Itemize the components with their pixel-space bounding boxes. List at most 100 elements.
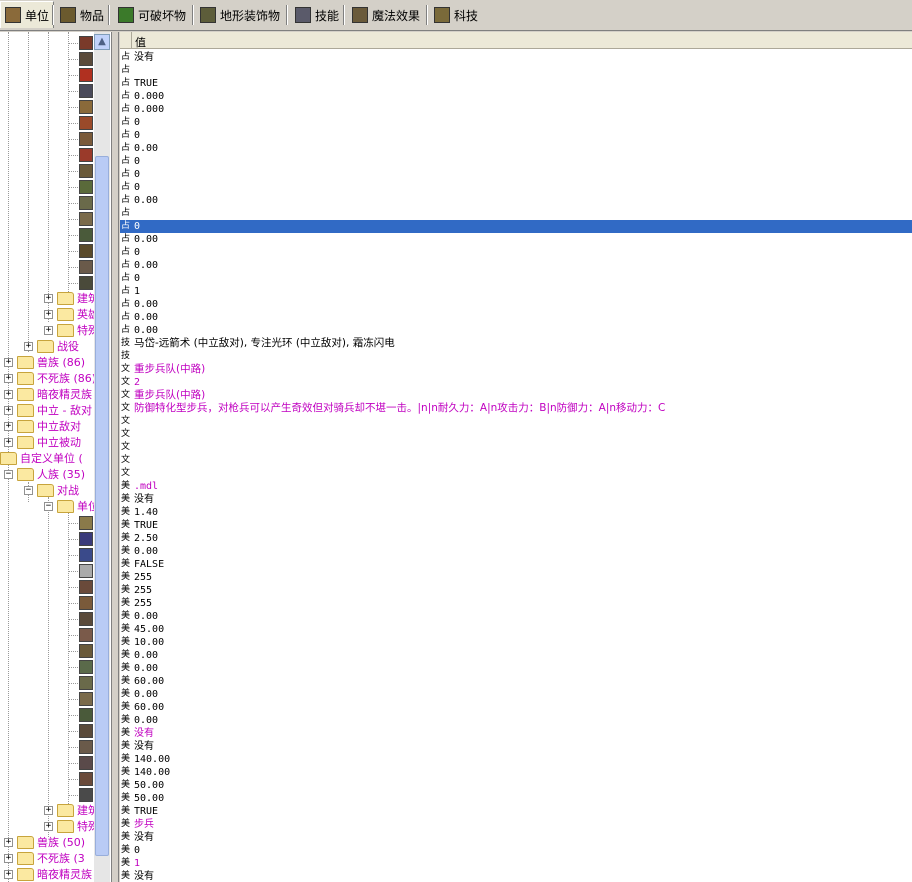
property-row[interactable]: 占 0.000 (120, 90, 912, 103)
property-value[interactable]: 0.000 (134, 90, 164, 103)
property-name[interactable]: 美 (121, 610, 131, 623)
property-row[interactable]: 占0 (120, 155, 912, 168)
property-row[interactable]: 美 10.00 (120, 636, 912, 649)
property-row[interactable]: 占 0.00 (120, 142, 912, 155)
property-name[interactable]: 美 (121, 779, 131, 792)
expand-plus-icon[interactable]: + (4, 437, 13, 447)
property-value[interactable]: 没有 (134, 831, 154, 844)
property-name[interactable]: 美 (121, 701, 131, 714)
property-row[interactable]: 占 0.00 (120, 311, 912, 324)
property-value[interactable]: 255 (134, 584, 152, 597)
tree-scrollbar-thumb[interactable] (95, 156, 109, 856)
property-row[interactable]: 文 (120, 467, 912, 480)
property-name[interactable]: 占 (121, 311, 131, 324)
tab-ability-gear[interactable]: 技能 (291, 4, 343, 26)
property-row[interactable]: 文 (120, 415, 912, 428)
property-name[interactable]: 美 (121, 480, 131, 493)
tab-doodad-pillar[interactable]: 地形装饰物 (196, 4, 284, 26)
tab-destructible-tree[interactable]: 可破坏物 (114, 4, 190, 26)
tree-node[interactable]: + 中立敌对 (4, 418, 81, 434)
unit-portrait-icon[interactable] (79, 788, 93, 802)
property-name[interactable]: 美 (121, 493, 131, 506)
unit-portrait-icon[interactable] (79, 692, 93, 706)
property-value[interactable]: 没有 (134, 493, 154, 506)
scroll-up-arrow-icon[interactable]: ▲ (94, 34, 110, 50)
property-value[interactable]: 1 (134, 857, 140, 870)
tree-node[interactable]: + 建筑 (44, 802, 99, 818)
property-name[interactable]: 占 (121, 207, 131, 220)
property-row[interactable]: 文重步兵队(中路) (120, 389, 912, 402)
property-name[interactable]: 占 (121, 116, 131, 129)
property-value[interactable]: 140.00 (134, 753, 170, 766)
unit-portrait-icon[interactable] (79, 596, 93, 610)
property-row[interactable]: 美 0.00 (120, 714, 912, 727)
unit-portrait-icon[interactable] (79, 708, 93, 722)
property-value[interactable]: 0.00 (134, 233, 158, 246)
property-row[interactable]: 文 (120, 428, 912, 441)
unit-portrait-icon[interactable] (79, 756, 93, 770)
property-row[interactable]: 文重步兵队(中路) (120, 363, 912, 376)
property-row[interactable]: 文 (120, 454, 912, 467)
property-name[interactable]: 占 (121, 142, 131, 155)
property-name[interactable]: 美 (121, 506, 131, 519)
unit-portrait-icon[interactable] (79, 612, 93, 626)
property-row[interactable]: 技马岱-远箭术 (中立敌对), 专注光环 (中立敌对), 霜冻闪电 (120, 337, 912, 350)
property-value[interactable]: 50.00 (134, 792, 164, 805)
property-value[interactable]: 没有 (134, 51, 154, 64)
unit-portrait-icon[interactable] (79, 548, 93, 562)
property-name[interactable]: 占 (121, 220, 131, 233)
tab-buff-effect[interactable]: 魔法效果 (348, 4, 424, 26)
tree-node[interactable]: − 单位 (44, 498, 99, 514)
expand-plus-icon[interactable]: + (44, 821, 53, 831)
property-name[interactable]: 占 (121, 51, 131, 64)
unit-portrait-icon[interactable] (79, 644, 93, 658)
property-value[interactable]: 2.50 (134, 532, 158, 545)
unit-portrait-icon[interactable] (79, 724, 93, 738)
property-row[interactable]: 美 0.00 (120, 688, 912, 701)
unit-portrait-icon[interactable] (79, 36, 93, 50)
property-value[interactable]: 0.00 (134, 142, 158, 155)
unit-portrait-icon[interactable] (79, 244, 93, 258)
property-row[interactable]: 美 0.00 (120, 649, 912, 662)
collapse-minus-icon[interactable]: − (24, 485, 33, 495)
property-name[interactable]: 占 (121, 90, 131, 103)
property-name[interactable]: 美 (121, 545, 131, 558)
expand-plus-icon[interactable]: + (4, 837, 13, 847)
property-value[interactable]: 步兵 (134, 818, 154, 831)
property-name[interactable]: 美 (121, 727, 131, 740)
property-name[interactable]: 美 (121, 844, 131, 857)
tree-node[interactable]: + 不死族 (3 (4, 850, 85, 866)
expand-plus-icon[interactable]: + (4, 853, 13, 863)
property-value[interactable]: 0.00 (134, 259, 158, 272)
property-value[interactable]: 0 (134, 155, 140, 168)
unit-portrait-icon[interactable] (79, 564, 93, 578)
property-name[interactable]: 文 (121, 428, 131, 441)
property-value[interactable]: 0 (134, 246, 140, 259)
property-value[interactable]: 0 (134, 220, 140, 233)
property-name[interactable]: 占 (121, 181, 131, 194)
property-value[interactable]: 没有 (134, 870, 154, 882)
expand-plus-icon[interactable]: + (4, 389, 13, 399)
property-name[interactable]: 美 (121, 805, 131, 818)
unit-portrait-icon[interactable] (79, 532, 93, 546)
tree-node[interactable]: − 对战 (24, 482, 79, 498)
property-name[interactable]: 美 (121, 649, 131, 662)
property-value[interactable]: 重步兵队(中路) (134, 363, 205, 376)
tree-node[interactable]: + 兽族 (86) (4, 354, 85, 370)
property-row[interactable]: 美步兵 (120, 818, 912, 831)
property-value[interactable]: 重步兵队(中路) (134, 389, 205, 402)
property-value[interactable]: FALSE (134, 558, 164, 571)
tree-node[interactable]: + 英雄 (44, 306, 99, 322)
unit-portrait-icon[interactable] (79, 260, 93, 274)
property-row[interactable]: 占没有 (120, 51, 912, 64)
tree-node[interactable]: + 战役 (24, 338, 79, 354)
property-value[interactable]: 0 (134, 272, 140, 285)
property-value[interactable]: 防御特化型步兵，对枪兵可以产生奇效但对骑兵却不堪一击。|n|n耐久力：A|n攻击… (134, 402, 665, 415)
unit-portrait-icon[interactable] (79, 516, 93, 530)
unit-portrait-icon[interactable] (79, 148, 93, 162)
property-value[interactable]: 2 (134, 376, 140, 389)
unit-portrait-icon[interactable] (79, 100, 93, 114)
property-value[interactable]: TRUE (134, 519, 158, 532)
property-row[interactable]: 美 140.00 (120, 766, 912, 779)
property-row[interactable]: 占 0.00 (120, 324, 912, 337)
